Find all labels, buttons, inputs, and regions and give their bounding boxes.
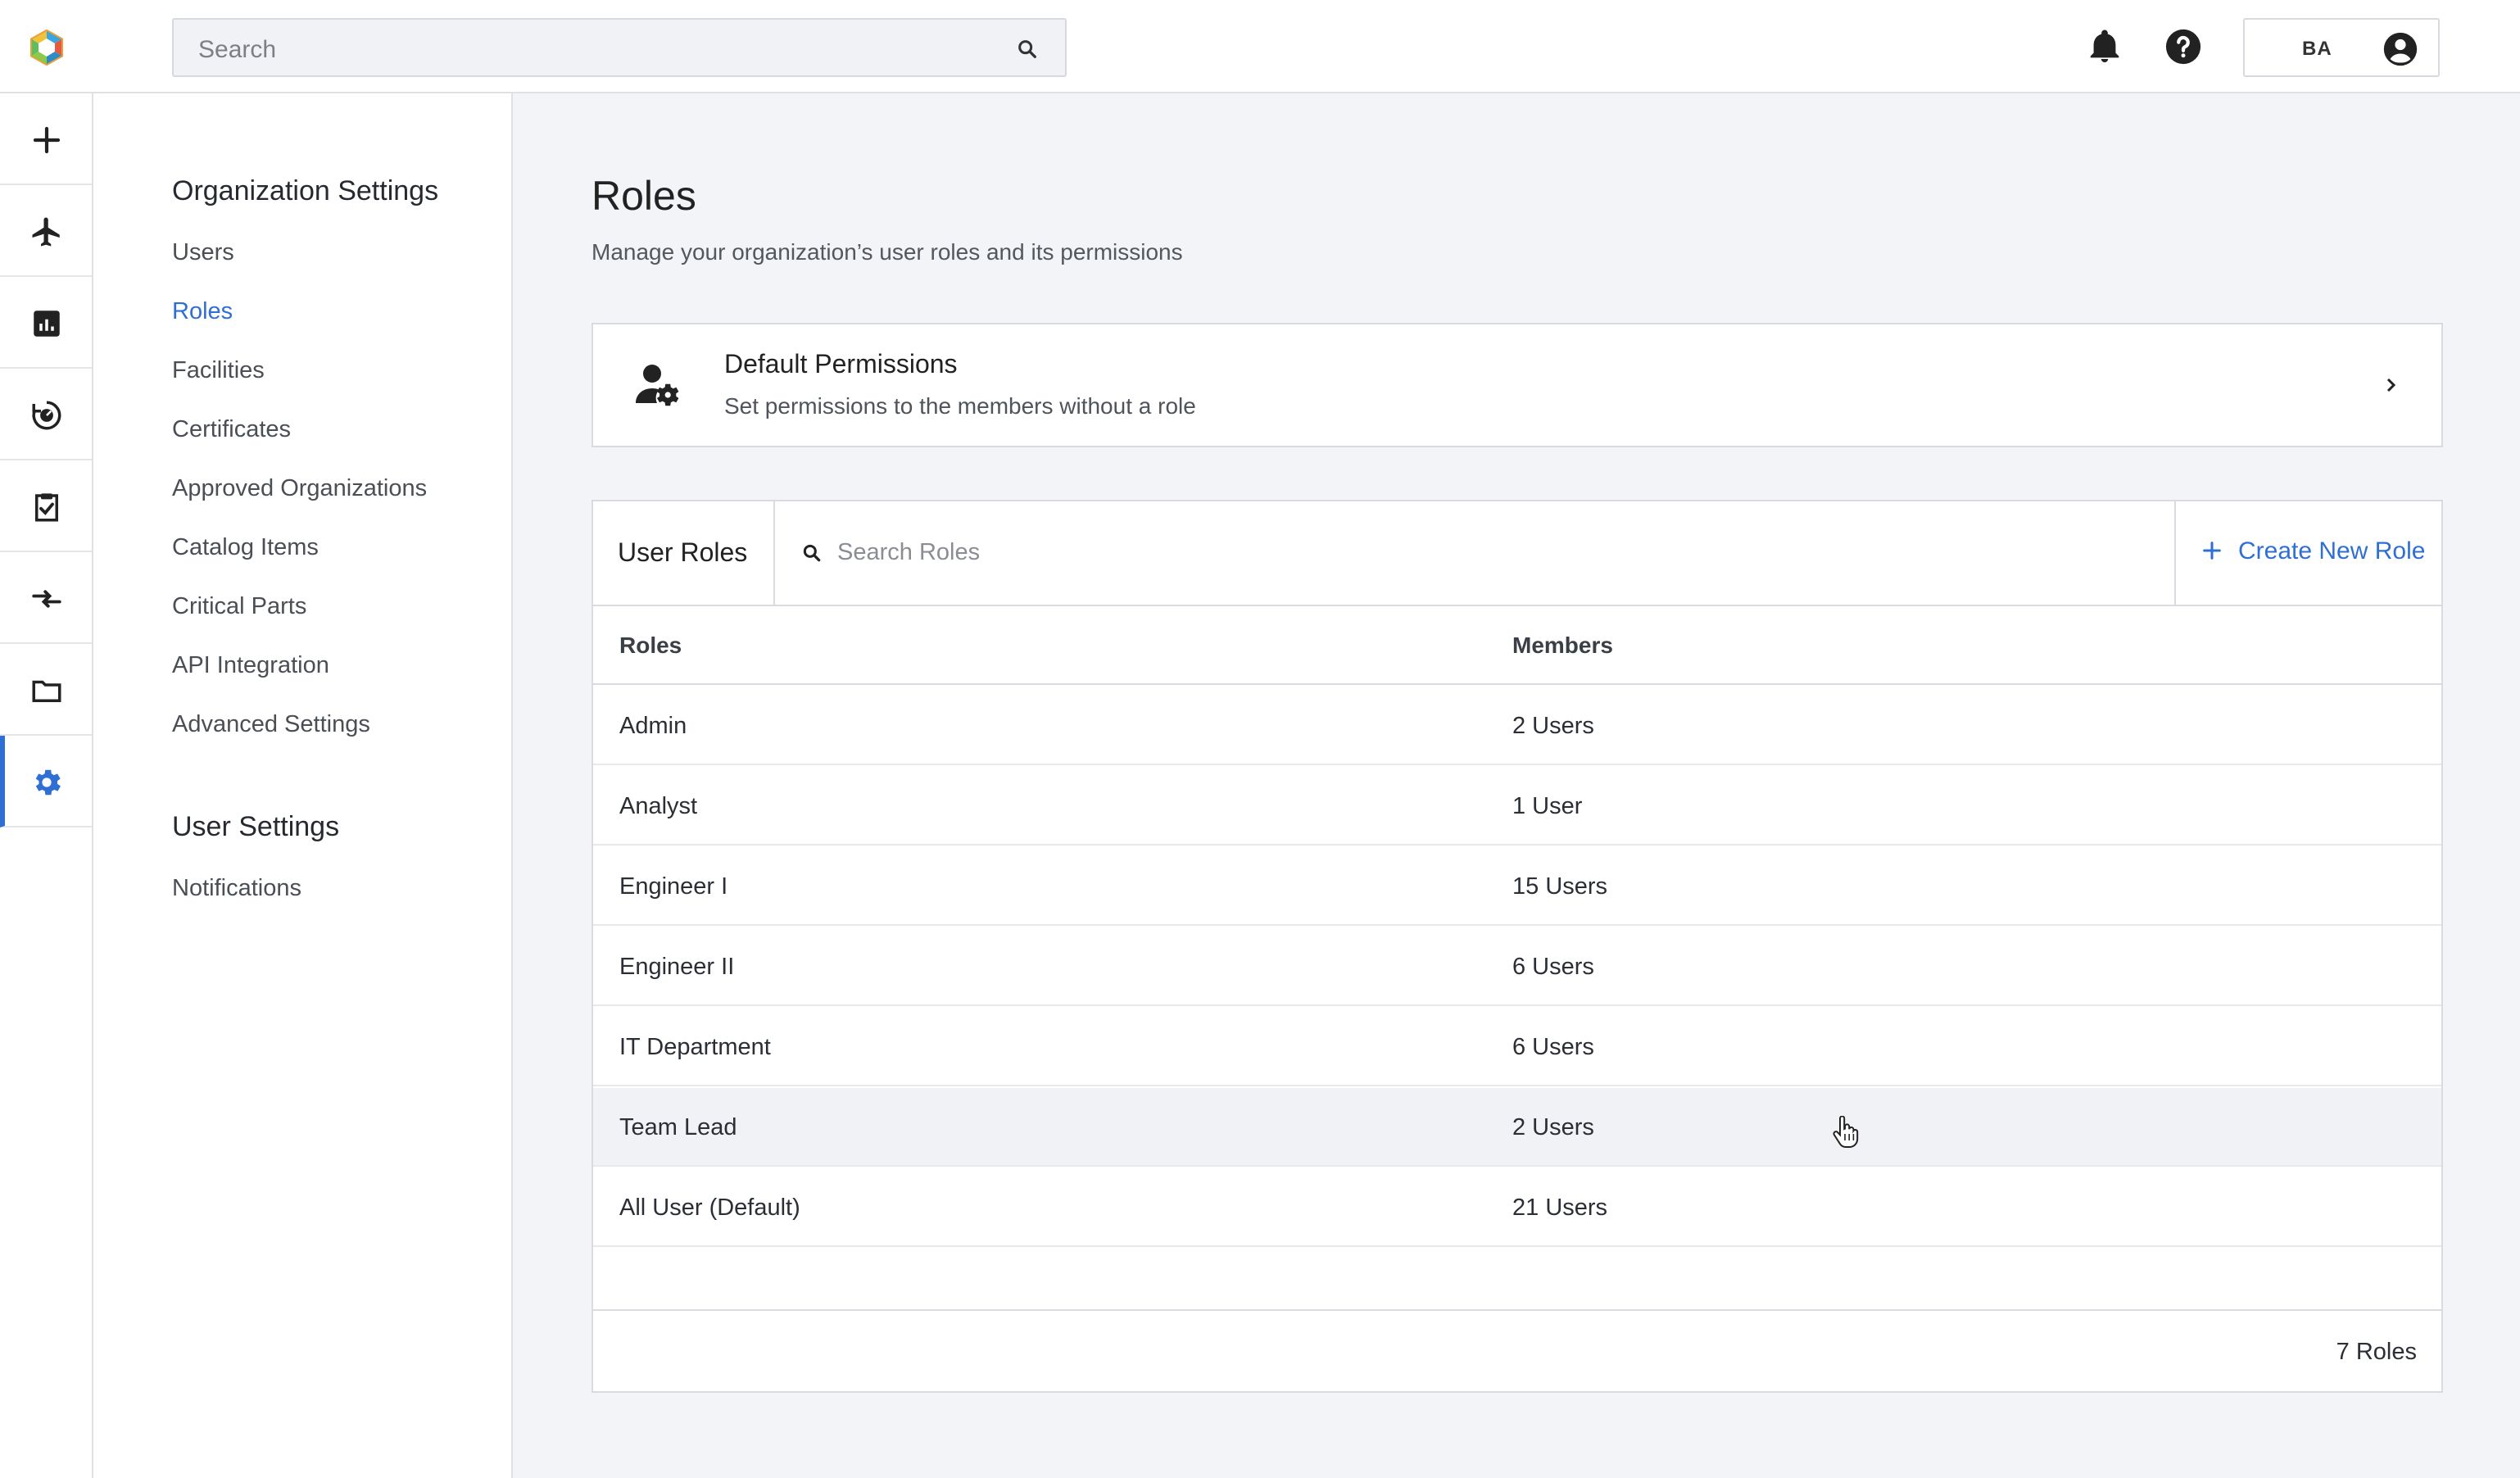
top-bar: Search BA <box>0 0 2520 93</box>
column-header-members[interactable]: Members <box>1512 632 1613 659</box>
user-menu-button[interactable]: BA <box>2243 18 2440 77</box>
search-icon[interactable] <box>1016 38 1039 61</box>
nav-item-critical-parts[interactable]: Critical Parts <box>172 593 306 620</box>
search-roles-input[interactable]: Search Roles <box>837 539 980 566</box>
column-header-roles[interactable]: Roles <box>619 632 682 659</box>
global-search-input[interactable]: Search <box>172 18 1067 77</box>
role-members: 15 Users <box>1512 873 1608 900</box>
role-name: Admin <box>619 713 687 739</box>
role-members: 1 User <box>1512 793 1583 819</box>
role-name: Engineer II <box>619 954 735 980</box>
rail-item-files[interactable] <box>0 644 92 736</box>
role-name: Team Lead <box>619 1114 737 1140</box>
user-roles-panel: User Roles Search Roles Create New Role … <box>591 500 2443 1393</box>
default-permissions-title: Default Permissions <box>724 349 958 379</box>
roles-toolbar: User Roles Search Roles Create New Role <box>593 501 2441 606</box>
add-icon <box>33 126 61 154</box>
role-members: 21 Users <box>1512 1195 1608 1221</box>
clipboard-check-icon <box>35 493 58 522</box>
rail-item-analytics[interactable] <box>0 369 92 460</box>
page-title: Roles <box>591 173 696 219</box>
role-members: 2 Users <box>1512 713 1594 739</box>
rail-item-reports[interactable] <box>0 277 92 369</box>
table-row[interactable]: Team Lead 2 Users <box>593 1088 2441 1167</box>
create-new-role-button[interactable]: Create New Role <box>2174 501 2441 605</box>
tab-user-roles-label: User Roles <box>618 537 748 567</box>
table-row[interactable]: Engineer II 6 Users <box>593 927 2441 1006</box>
default-permissions-description: Set permissions to the members without a… <box>724 393 1196 419</box>
analytics-icon <box>32 401 61 430</box>
nav-item-approved-organizations[interactable]: Approved Organizations <box>172 475 427 502</box>
role-members: 2 Users <box>1512 1114 1594 1140</box>
user-settings-icon <box>636 365 679 406</box>
roles-count: 7 Roles <box>2336 1339 2417 1365</box>
notification-bell-icon[interactable] <box>2086 28 2123 66</box>
search-icon <box>803 544 821 562</box>
nav-item-notifications[interactable]: Notifications <box>172 875 301 902</box>
rail-item-add[interactable] <box>0 93 92 185</box>
table-footer: 7 Roles <box>593 1309 2441 1391</box>
role-name: Engineer I <box>619 873 728 900</box>
role-members: 6 Users <box>1512 1034 1594 1060</box>
table-row[interactable]: Engineer I 15 Users <box>593 847 2441 926</box>
nav-item-certificates[interactable]: Certificates <box>172 416 291 443</box>
org-settings-heading: Organization Settings <box>172 175 439 206</box>
page-subtitle: Manage your organization’s user roles an… <box>591 239 1183 265</box>
help-icon[interactable] <box>2164 28 2202 66</box>
settings-sidebar: Organization Settings Users Roles Facili… <box>93 93 513 1478</box>
table-row[interactable]: IT Department 6 Users <box>593 1008 2441 1086</box>
nav-item-advanced-settings[interactable]: Advanced Settings <box>172 711 370 738</box>
rail-item-settings[interactable] <box>0 736 92 827</box>
chevron-right-icon <box>2386 378 2396 392</box>
search-placeholder: Search <box>198 36 277 63</box>
plus-icon <box>2203 542 2221 560</box>
rail-item-transfers[interactable] <box>0 552 92 644</box>
folder-icon <box>32 680 61 702</box>
transfer-icon <box>32 590 61 608</box>
account-circle-icon <box>2383 32 2418 66</box>
table-row[interactable]: Admin 2 Users <box>593 687 2441 765</box>
table-row[interactable]: All User (Default) 21 Users <box>593 1168 2441 1247</box>
nav-item-facilities[interactable]: Facilities <box>172 357 265 384</box>
table-header: Roles Members <box>593 606 2441 685</box>
airplane-icon <box>32 217 60 247</box>
create-new-role-label: Create New Role <box>2238 537 2426 564</box>
nav-item-roles[interactable]: Roles <box>172 298 233 325</box>
user-settings-heading: User Settings <box>172 811 340 842</box>
nav-item-users[interactable]: Users <box>172 239 234 266</box>
role-name: All User (Default) <box>619 1195 800 1221</box>
role-name: Analyst <box>619 793 698 819</box>
main-content: Roles Manage your organization’s user ro… <box>513 93 2520 1478</box>
role-name: IT Department <box>619 1034 771 1060</box>
app-logo-icon[interactable] <box>28 29 66 66</box>
hand-cursor-icon <box>1833 1116 1859 1148</box>
rail-item-tasks[interactable] <box>0 460 92 552</box>
rail-item-flights[interactable] <box>0 185 92 277</box>
role-members: 6 Users <box>1512 954 1594 980</box>
tab-user-roles[interactable]: User Roles <box>593 501 775 605</box>
nav-item-catalog-items[interactable]: Catalog Items <box>172 534 319 561</box>
icon-rail <box>0 93 93 1478</box>
user-initials: BA <box>2302 38 2332 60</box>
table-row[interactable]: Analyst 1 User <box>593 767 2441 846</box>
nav-item-api-integration[interactable]: API Integration <box>172 652 329 679</box>
default-permissions-card[interactable]: Default Permissions Set permissions to t… <box>591 323 2443 447</box>
chart-icon <box>34 311 60 337</box>
gear-icon <box>35 769 61 796</box>
